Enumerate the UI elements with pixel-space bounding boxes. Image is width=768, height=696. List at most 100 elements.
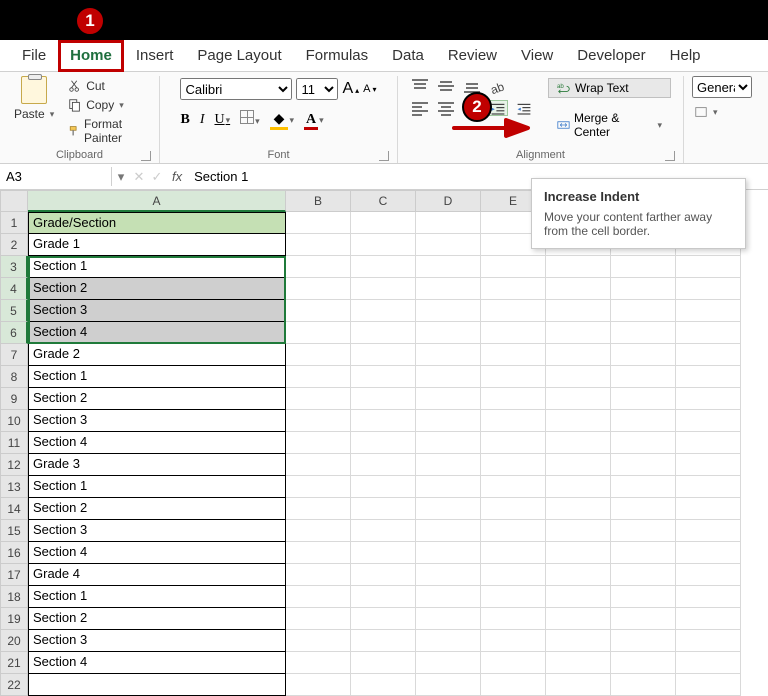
cell[interactable] (286, 498, 351, 520)
row-header[interactable]: 17 (0, 564, 28, 586)
row-header[interactable]: 7 (0, 344, 28, 366)
cell[interactable] (286, 476, 351, 498)
cell[interactable]: Section 4 (28, 322, 286, 344)
cell[interactable] (676, 520, 741, 542)
cell[interactable] (611, 410, 676, 432)
number-format-select[interactable]: General (692, 76, 752, 98)
row-header[interactable]: 1 (0, 212, 28, 234)
cell[interactable] (676, 322, 741, 344)
cell[interactable] (286, 674, 351, 696)
cell[interactable] (546, 432, 611, 454)
cell[interactable] (481, 344, 546, 366)
cell[interactable] (481, 278, 546, 300)
cell[interactable] (416, 630, 481, 652)
fill-color-button[interactable]: ◆▾ (270, 111, 294, 128)
cell[interactable] (546, 344, 611, 366)
italic-button[interactable]: I (200, 112, 205, 128)
row-header[interactable]: 18 (0, 586, 28, 608)
cell[interactable] (481, 410, 546, 432)
cell[interactable] (416, 608, 481, 630)
cell[interactable] (546, 674, 611, 696)
cell[interactable] (286, 564, 351, 586)
cell[interactable] (286, 256, 351, 278)
cell[interactable] (416, 586, 481, 608)
cell[interactable]: Section 2 (28, 278, 286, 300)
cell[interactable] (481, 542, 546, 564)
row-header[interactable]: 12 (0, 454, 28, 476)
row-header[interactable]: 15 (0, 520, 28, 542)
cell[interactable] (416, 366, 481, 388)
cell[interactable] (546, 410, 611, 432)
paste-button[interactable]: Paste▾ (12, 106, 56, 122)
cell[interactable] (286, 300, 351, 322)
cell[interactable] (546, 388, 611, 410)
cell[interactable] (286, 586, 351, 608)
cell[interactable] (481, 432, 546, 454)
align-center-button[interactable] (436, 100, 456, 116)
cell[interactable] (676, 476, 741, 498)
cell[interactable] (351, 542, 416, 564)
row-header[interactable]: 14 (0, 498, 28, 520)
column-header[interactable]: D (416, 190, 481, 212)
cell[interactable] (546, 630, 611, 652)
cell[interactable] (481, 476, 546, 498)
cell[interactable] (416, 256, 481, 278)
cell[interactable] (286, 234, 351, 256)
cell[interactable] (546, 586, 611, 608)
cell[interactable]: Section 2 (28, 608, 286, 630)
row-header[interactable]: 8 (0, 366, 28, 388)
font-color-button[interactable]: A▾ (304, 112, 324, 128)
cell[interactable]: Section 2 (28, 498, 286, 520)
cell[interactable] (351, 498, 416, 520)
align-middle-button[interactable] (436, 78, 456, 94)
cell[interactable] (351, 608, 416, 630)
cell[interactable] (546, 498, 611, 520)
cell[interactable] (611, 564, 676, 586)
tab-data[interactable]: Data (380, 40, 436, 72)
cell[interactable] (611, 366, 676, 388)
cancel-formula-button[interactable]: ✕ (130, 169, 148, 185)
cell[interactable] (286, 542, 351, 564)
cell[interactable] (416, 476, 481, 498)
cell[interactable] (611, 322, 676, 344)
cell[interactable] (351, 630, 416, 652)
cell[interactable]: Section 3 (28, 520, 286, 542)
tab-formulas[interactable]: Formulas (294, 40, 381, 72)
cell[interactable]: Section 4 (28, 542, 286, 564)
cell[interactable] (351, 410, 416, 432)
cell[interactable] (611, 344, 676, 366)
cell[interactable] (481, 366, 546, 388)
cell[interactable]: Section 1 (28, 586, 286, 608)
increase-font-button[interactable]: A▴ (342, 80, 359, 98)
cell[interactable] (351, 322, 416, 344)
cell[interactable] (546, 476, 611, 498)
cell[interactable] (351, 476, 416, 498)
clipboard-dialog-launcher[interactable] (141, 151, 151, 161)
cell[interactable] (611, 388, 676, 410)
cell[interactable] (611, 542, 676, 564)
cell[interactable] (286, 212, 351, 234)
cell[interactable]: Section 3 (28, 630, 286, 652)
cell[interactable]: Grade 2 (28, 344, 286, 366)
cell[interactable] (416, 300, 481, 322)
cell[interactable] (676, 498, 741, 520)
cell[interactable] (676, 674, 741, 696)
row-header[interactable]: 6 (0, 322, 28, 344)
cell[interactable] (416, 674, 481, 696)
cell[interactable] (481, 564, 546, 586)
cell[interactable] (481, 608, 546, 630)
cell[interactable] (546, 520, 611, 542)
cell[interactable] (676, 542, 741, 564)
cell[interactable] (481, 322, 546, 344)
cell[interactable]: Section 1 (28, 256, 286, 278)
cell[interactable] (286, 278, 351, 300)
cell[interactable] (481, 256, 546, 278)
row-header[interactable]: 4 (0, 278, 28, 300)
row-header[interactable]: 19 (0, 608, 28, 630)
row-header[interactable]: 13 (0, 476, 28, 498)
cell[interactable] (611, 652, 676, 674)
cut-button[interactable]: Cut (66, 78, 153, 94)
cell[interactable]: Section 4 (28, 432, 286, 454)
cell[interactable] (546, 608, 611, 630)
underline-button[interactable]: U▾ (214, 112, 230, 128)
